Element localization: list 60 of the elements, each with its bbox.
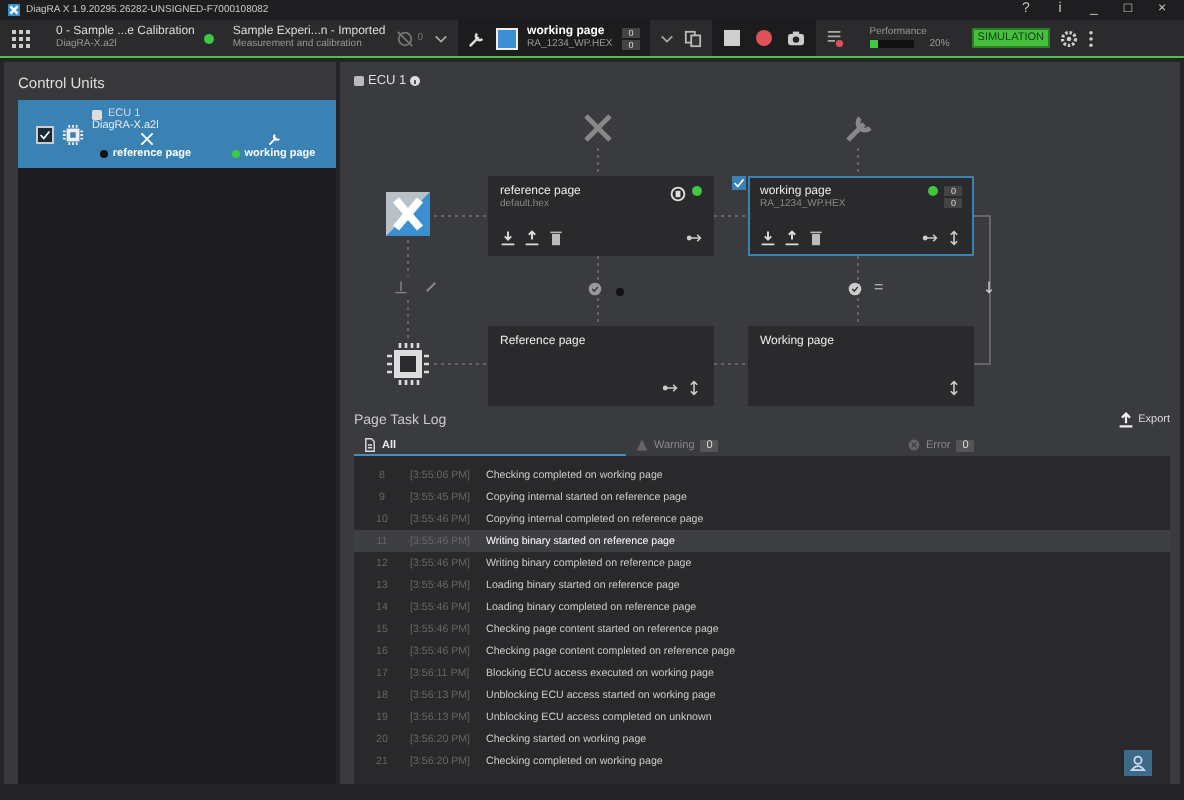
ecu-icon: [354, 76, 364, 86]
wrench-icon: [844, 112, 876, 144]
download-icon[interactable]: [760, 230, 776, 246]
pen-icon: [424, 280, 438, 294]
status-dot: [616, 288, 624, 296]
chip-icon: [386, 342, 430, 386]
connector-line: [857, 147, 859, 177]
card-status-dot: [928, 186, 939, 196]
download-icon[interactable]: [500, 230, 516, 246]
camera-icon[interactable]: [787, 30, 804, 46]
equal-sign: =: [874, 280, 884, 296]
crossed-tools-icon: [582, 112, 614, 144]
vertical-arrows-icon[interactable]: [946, 380, 962, 396]
card-status-dot: [692, 186, 702, 196]
connector-line: [597, 255, 599, 327]
chevron-down-icon[interactable]: [433, 33, 448, 43]
connector-line: [713, 363, 749, 365]
status-dot: [204, 33, 215, 43]
trash-icon[interactable]: [548, 230, 564, 246]
chevron-down-icon[interactable]: [659, 33, 674, 43]
link-arrows-icon[interactable]: [662, 380, 678, 396]
upload-icon: [1118, 412, 1135, 428]
connector-line: [597, 147, 599, 177]
connector-line: [433, 215, 489, 217]
crossed-tools-icon: [139, 132, 153, 146]
stop-icon[interactable]: [723, 30, 740, 46]
error-icon: [908, 438, 920, 452]
document-icon: [364, 438, 376, 452]
link-arrows-icon[interactable]: [686, 230, 702, 246]
info-icon[interactable]: [410, 76, 421, 86]
user-button[interactable]: [1124, 750, 1152, 776]
connector-line: [433, 363, 489, 365]
ecu-icon: [92, 109, 102, 119]
grid-menu-icon[interactable]: [12, 29, 30, 47]
connector-line: [857, 255, 859, 327]
wrench-icon: [467, 29, 486, 47]
wrench-icon: [267, 132, 281, 146]
trash-icon[interactable]: [808, 230, 824, 246]
list-record-icon[interactable]: [825, 29, 844, 47]
app-logo-icon: [386, 192, 430, 236]
vertical-arrows-icon[interactable]: [946, 230, 962, 246]
chip-icon: [62, 123, 84, 145]
connector-line: [407, 239, 409, 277]
connector-line: [713, 215, 749, 217]
check-circle-icon: [848, 282, 862, 296]
checkbox[interactable]: [36, 125, 54, 143]
vertical-arrows-icon[interactable]: [686, 380, 702, 396]
copy-pages-icon[interactable]: [683, 29, 702, 47]
link-arrows-icon[interactable]: [922, 230, 938, 246]
warning-icon: [636, 438, 648, 452]
page-color-swatch: [495, 27, 518, 49]
check-circle-icon: [588, 282, 602, 296]
upload-icon[interactable]: [784, 230, 800, 246]
settings-icon[interactable]: [1060, 29, 1078, 47]
connector-line: [407, 299, 409, 341]
upload-icon[interactable]: [524, 230, 540, 246]
arrow-down-icon: [982, 280, 996, 294]
more-menu-icon[interactable]: [1088, 29, 1094, 47]
record-icon[interactable]: [755, 30, 772, 46]
app-logo-icon: [8, 4, 20, 16]
